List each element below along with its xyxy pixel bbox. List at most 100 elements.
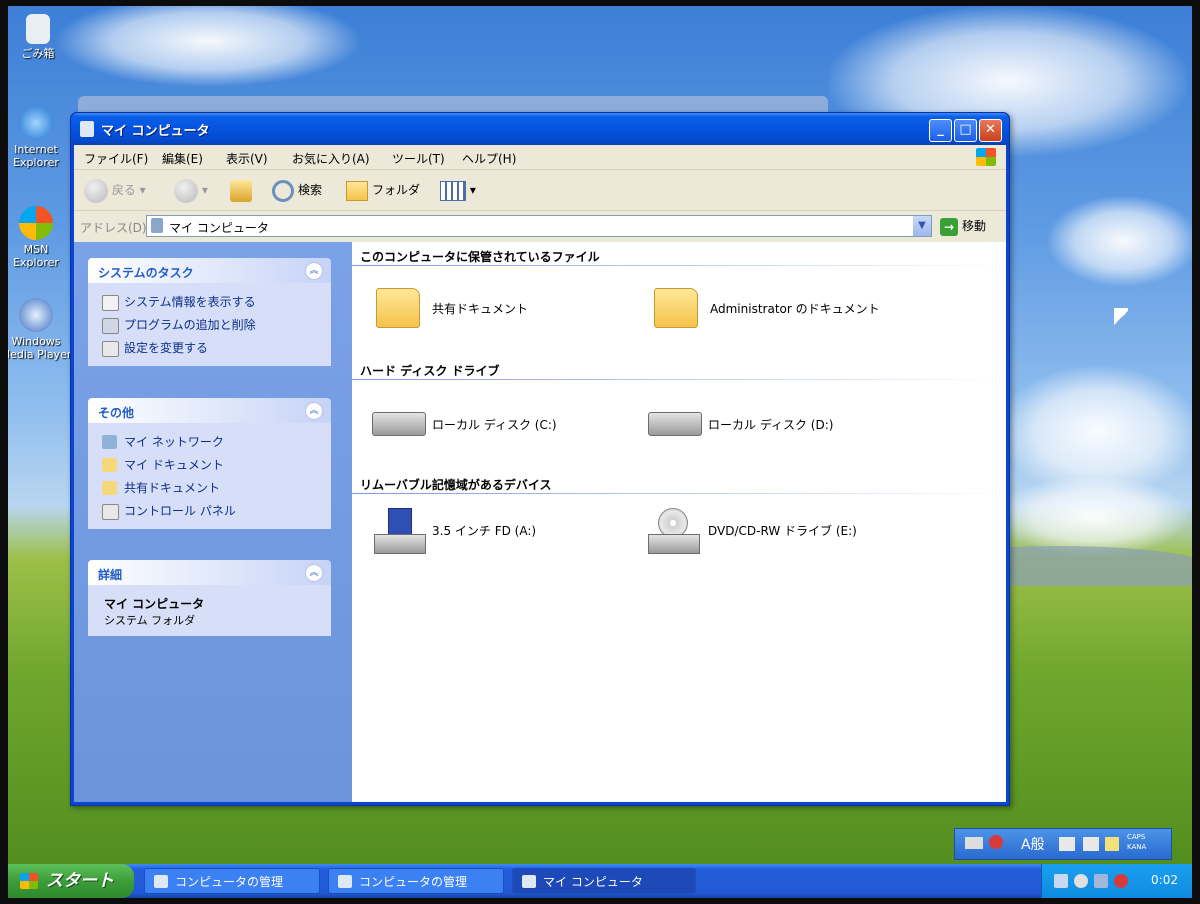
minimize-button[interactable]: _ (929, 119, 952, 142)
group-divider (352, 265, 1006, 266)
item-label: 共有ドキュメント (432, 302, 529, 316)
address-field[interactable]: マイ コンピュータ ▼ (146, 215, 932, 237)
input-mode[interactable]: A般 (1021, 834, 1045, 854)
menu-view[interactable]: 表示(V) (226, 150, 268, 167)
ime-pad-icon[interactable] (1059, 837, 1075, 851)
panel-header[interactable]: 詳細 ︽ (88, 560, 331, 585)
hard-disk-icon (648, 412, 702, 436)
views-icon (440, 180, 466, 201)
details-panel: 詳細 ︽ マイ コンピュータ システム フォルダ (88, 560, 331, 636)
menu-edit[interactable]: 編集(E) (162, 150, 203, 167)
taskbar-item-computer-management[interactable]: コンピュータの管理 (144, 868, 320, 894)
security-alert-icon[interactable] (1114, 874, 1128, 888)
taskbar-item-my-computer[interactable]: マイ コンピュータ (512, 868, 696, 894)
floppy-drive-icon (374, 508, 426, 554)
window-title: マイ コンピュータ (101, 124, 210, 139)
computer-management-icon (154, 875, 168, 888)
details-name: マイ コンピュータ (104, 597, 205, 611)
help-icon[interactable] (1105, 837, 1119, 851)
desktop-icon-label: Internet Explorer (13, 143, 59, 169)
system-tray: 0:02 (1041, 864, 1192, 898)
title-bar[interactable]: マイ コンピュータ _ □ ✕ (71, 113, 1009, 145)
panel-header[interactable]: システムのタスク ︽ (88, 258, 331, 283)
computer-icon (151, 218, 163, 233)
address-value: マイ コンピュータ (169, 221, 269, 235)
task-change-setting[interactable]: 設定を変更する (102, 337, 321, 360)
collapse-chevron-icon[interactable]: ︽ (305, 262, 323, 280)
menu-tools[interactable]: ツール(T) (392, 150, 445, 167)
cloud (998, 476, 1188, 556)
up-folder-button[interactable] (230, 178, 252, 202)
item-label: Administrator のドキュメント (710, 302, 880, 316)
safely-remove-icon[interactable] (1094, 874, 1108, 888)
volume-icon[interactable] (1074, 874, 1088, 888)
desktop-icon-label: ごみ箱 (21, 47, 55, 60)
caps-kana-indicator: CAPS KANA (1127, 833, 1147, 851)
add-remove-programs-icon (102, 318, 119, 334)
toolbar: 戻る ▾ ▾ 検索 フォルダ ▾ (74, 170, 1006, 211)
address-label: アドレス(D) (80, 221, 147, 235)
media-player-icon (19, 298, 53, 332)
task-view-system-info[interactable]: システム情報を表示する (102, 291, 321, 314)
dictionary-icon[interactable] (1083, 837, 1099, 851)
desktop-icon-internet-explorer[interactable]: Internet Explorer (8, 106, 72, 169)
ime-icon (989, 835, 1003, 849)
back-button[interactable]: 戻る ▾ (84, 178, 146, 203)
link-my-network[interactable]: マイ ネットワーク (102, 431, 321, 454)
folders-button[interactable]: フォルダ (346, 178, 420, 202)
desktop-icon-msn-explorer[interactable]: MSN Explorer (8, 206, 72, 269)
clock[interactable]: 0:02 (1151, 873, 1178, 887)
close-button[interactable]: ✕ (979, 119, 1002, 142)
forward-arrow-icon (174, 178, 198, 203)
item-label: ローカル ディスク (D:) (708, 418, 834, 432)
details-type: システム フォルダ (104, 614, 196, 627)
up-folder-icon (230, 179, 252, 202)
windows-flag-icon (20, 873, 38, 889)
internet-explorer-icon (19, 106, 53, 140)
computer-icon (522, 875, 536, 888)
link-control-panel[interactable]: コントロール パネル (102, 500, 321, 523)
maximize-button[interactable]: □ (954, 119, 977, 142)
forward-button[interactable]: ▾ (174, 178, 208, 203)
network-icon (102, 435, 117, 449)
msn-butterfly-icon (19, 206, 53, 240)
group-header-removable: リムーバブル記憶域があるデバイス (360, 478, 552, 492)
recycle-bin-icon (26, 14, 50, 44)
folders-icon (346, 180, 368, 201)
folder-icon (654, 288, 698, 328)
language-bar[interactable]: A般 CAPS KANA (954, 828, 1172, 860)
cloud (1048, 196, 1192, 286)
taskbar-item-computer-management[interactable]: コンピュータの管理 (328, 868, 504, 894)
start-button[interactable]: スタート (8, 864, 134, 898)
folder-icon (102, 481, 117, 495)
collapse-chevron-icon[interactable]: ︽ (305, 564, 323, 582)
views-button[interactable]: ▾ (440, 178, 476, 202)
menu-bar: ファイル(F) 編集(E) 表示(V) お気に入り(A) ツール(T) ヘルプ(… (74, 145, 1006, 170)
network-icon[interactable] (1054, 874, 1068, 888)
task-add-remove-programs[interactable]: プログラムの追加と削除 (102, 314, 321, 337)
my-computer-window: マイ コンピュータ _ □ ✕ ファイル(F) 編集(E) 表示(V) お気に入… (70, 112, 1010, 806)
address-dropdown-button[interactable]: ▼ (913, 216, 931, 236)
item-label: 3.5 インチ FD (A:) (432, 524, 537, 538)
panel-header[interactable]: その他 ︽ (88, 398, 331, 423)
group-divider (352, 493, 1006, 494)
collapse-chevron-icon[interactable]: ︽ (305, 402, 323, 420)
folder-icon (102, 458, 117, 472)
desktop-icon-windows-media-player[interactable]: Windows Media Player (8, 298, 72, 361)
control-panel-icon (102, 341, 119, 357)
system-tasks-panel: システムのタスク ︽ システム情報を表示する プログラムの追加と削除 設定を変更… (88, 258, 331, 366)
system-info-icon (102, 295, 119, 311)
hourglass-cursor-icon (1114, 308, 1128, 328)
item-label: DVD/CD-RW ドライブ (E:) (708, 524, 857, 538)
menu-help[interactable]: ヘルプ(H) (462, 150, 516, 167)
search-button[interactable]: 検索 (272, 178, 322, 202)
desktop-icon-recycle-bin[interactable]: ごみ箱 (8, 14, 74, 60)
link-shared-documents[interactable]: 共有ドキュメント (102, 477, 321, 500)
menu-file[interactable]: ファイル(F) (84, 150, 148, 167)
link-my-documents[interactable]: マイ ドキュメント (102, 454, 321, 477)
group-header-hard-disks: ハード ディスク ドライブ (360, 364, 500, 378)
desktop-icon-label: MSN Explorer (13, 243, 59, 269)
menu-favorites[interactable]: お気に入り(A) (292, 150, 370, 167)
go-button[interactable]: → 移動 (940, 215, 986, 237)
control-panel-icon (102, 504, 119, 520)
